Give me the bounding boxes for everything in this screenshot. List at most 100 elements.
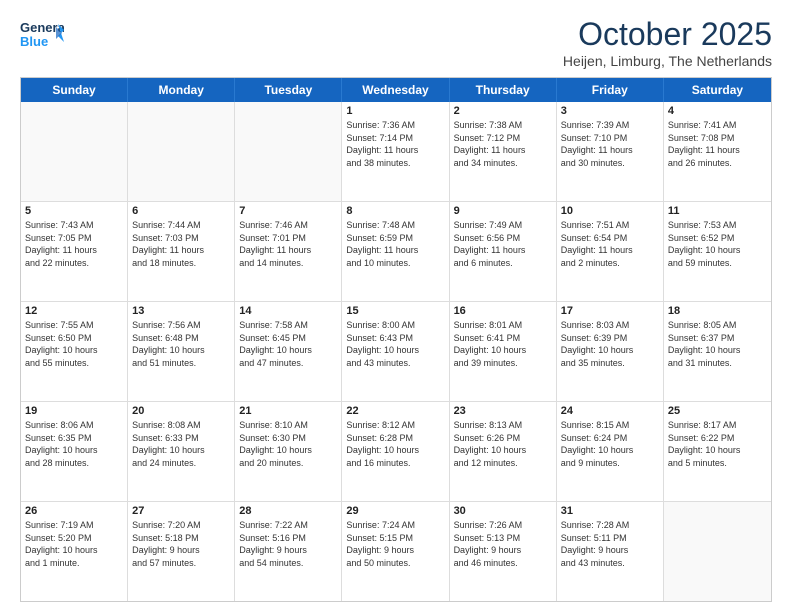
day-number: 29: [346, 505, 444, 517]
header-cell-tuesday: Tuesday: [235, 78, 342, 102]
day-cell-11: 11Sunrise: 7:53 AM Sunset: 6:52 PM Dayli…: [664, 202, 771, 301]
day-info: Sunrise: 7:48 AM Sunset: 6:59 PM Dayligh…: [346, 219, 444, 269]
day-cell-3: 3 Sunrise: 7:39 AM Sunset: 7:10 PM Daylig…: [557, 102, 664, 201]
day-info: Sunrise: 8:08 AM Sunset: 6:33 PM Dayligh…: [132, 419, 230, 469]
day-info: Sunrise: 8:00 AM Sunset: 6:43 PM Dayligh…: [346, 319, 444, 369]
day-number: 28: [239, 505, 337, 517]
day-info: Sunrise: 8:13 AM Sunset: 6:26 PM Dayligh…: [454, 419, 552, 469]
day-number: 9: [454, 205, 552, 217]
day-info: Sunrise: 7:26 AM Sunset: 5:13 PM Dayligh…: [454, 519, 552, 569]
day-cell-7: 7 Sunrise: 7:46 AM Sunset: 7:01 PM Daylig…: [235, 202, 342, 301]
day-cell-2: 2Sunrise: 7:38 AM Sunset: 7:12 PM Daylig…: [450, 102, 557, 201]
empty-cell: [235, 102, 342, 201]
day-number: 2: [454, 105, 552, 117]
day-cell-16: 16 Sunrise: 8:01 AM Sunset: 6:41 PM Dayli…: [450, 302, 557, 401]
day-number: 31: [561, 505, 659, 517]
day-cell-22: 22 Sunrise: 8:12 AM Sunset: 6:28 PM Dayli…: [342, 402, 449, 501]
day-number: 19: [25, 405, 123, 417]
day-cell-27: 27 Sunrise: 7:20 AM Sunset: 5:18 PM Dayli…: [128, 502, 235, 601]
day-info: Sunrise: 7:22 AM Sunset: 5:16 PM Dayligh…: [239, 519, 337, 569]
day-number: 16: [454, 305, 552, 317]
day-number: 11: [668, 205, 767, 217]
day-number: 18: [668, 305, 767, 317]
week-row-2: 5 Sunrise: 7:43 AM Sunset: 7:05 PM Daylig…: [21, 202, 771, 302]
header-cell-wednesday: Wednesday: [342, 78, 449, 102]
day-cell-23: 23 Sunrise: 8:13 AM Sunset: 6:26 PM Dayli…: [450, 402, 557, 501]
day-cell-4: 4 Sunrise: 7:41 AM Sunset: 7:08 PM Daylig…: [664, 102, 771, 201]
day-info: Sunrise: 8:12 AM Sunset: 6:28 PM Dayligh…: [346, 419, 444, 469]
day-cell-17: 17 Sunrise: 8:03 AM Sunset: 6:39 PM Dayli…: [557, 302, 664, 401]
empty-cell: [21, 102, 128, 201]
day-number: 21: [239, 405, 337, 417]
day-cell-5: 5 Sunrise: 7:43 AM Sunset: 7:05 PM Daylig…: [21, 202, 128, 301]
day-info: Sunrise: 8:01 AM Sunset: 6:41 PM Dayligh…: [454, 319, 552, 369]
day-number: 23: [454, 405, 552, 417]
empty-cell: [128, 102, 235, 201]
week-row-3: 12Sunrise: 7:55 AM Sunset: 6:50 PM Dayli…: [21, 302, 771, 402]
empty-cell: [664, 502, 771, 601]
day-cell-24: 24 Sunrise: 8:15 AM Sunset: 6:24 PM Dayli…: [557, 402, 664, 501]
day-info: Sunrise: 8:03 AM Sunset: 6:39 PM Dayligh…: [561, 319, 659, 369]
day-cell-18: 18 Sunrise: 8:05 AM Sunset: 6:37 PM Dayli…: [664, 302, 771, 401]
day-cell-28: 28 Sunrise: 7:22 AM Sunset: 5:16 PM Dayli…: [235, 502, 342, 601]
logo-icon: General Blue: [20, 16, 64, 52]
day-info: Sunrise: 7:56 AM Sunset: 6:48 PM Dayligh…: [132, 319, 230, 369]
day-number: 12: [25, 305, 123, 317]
day-cell-12: 12Sunrise: 7:55 AM Sunset: 6:50 PM Dayli…: [21, 302, 128, 401]
day-info: Sunrise: 8:05 AM Sunset: 6:37 PM Dayligh…: [668, 319, 767, 369]
title-block: October 2025 Heijen, Limburg, The Nether…: [563, 16, 772, 69]
day-info: Sunrise: 8:17 AM Sunset: 6:22 PM Dayligh…: [668, 419, 767, 469]
day-number: 24: [561, 405, 659, 417]
day-number: 5: [25, 205, 123, 217]
week-row-1: 1Sunrise: 7:36 AM Sunset: 7:14 PM Daylig…: [21, 102, 771, 202]
day-cell-21: 21 Sunrise: 8:10 AM Sunset: 6:30 PM Dayli…: [235, 402, 342, 501]
day-number: 13: [132, 305, 230, 317]
day-cell-14: 14 Sunrise: 7:58 AM Sunset: 6:45 PM Dayli…: [235, 302, 342, 401]
day-number: 4: [668, 105, 767, 117]
day-info: Sunrise: 8:06 AM Sunset: 6:35 PM Dayligh…: [25, 419, 123, 469]
day-number: 26: [25, 505, 123, 517]
day-info: Sunrise: 7:46 AM Sunset: 7:01 PM Dayligh…: [239, 219, 337, 269]
calendar-header: SundayMondayTuesdayWednesdayThursdayFrid…: [21, 78, 771, 102]
day-info: Sunrise: 8:15 AM Sunset: 6:24 PM Dayligh…: [561, 419, 659, 469]
day-number: 8: [346, 205, 444, 217]
week-row-4: 19 Sunrise: 8:06 AM Sunset: 6:35 PM Dayli…: [21, 402, 771, 502]
day-number: 27: [132, 505, 230, 517]
day-cell-20: 20 Sunrise: 8:08 AM Sunset: 6:33 PM Dayli…: [128, 402, 235, 501]
day-number: 7: [239, 205, 337, 217]
svg-text:Blue: Blue: [20, 34, 48, 49]
day-number: 17: [561, 305, 659, 317]
day-number: 22: [346, 405, 444, 417]
day-cell-13: 13 Sunrise: 7:56 AM Sunset: 6:48 PM Dayli…: [128, 302, 235, 401]
day-info: Sunrise: 7:24 AM Sunset: 5:15 PM Dayligh…: [346, 519, 444, 569]
day-number: 15: [346, 305, 444, 317]
day-info: Sunrise: 7:36 AM Sunset: 7:14 PM Dayligh…: [346, 119, 444, 169]
day-number: 20: [132, 405, 230, 417]
day-cell-15: 15 Sunrise: 8:00 AM Sunset: 6:43 PM Dayli…: [342, 302, 449, 401]
day-number: 25: [668, 405, 767, 417]
calendar-body: 1Sunrise: 7:36 AM Sunset: 7:14 PM Daylig…: [21, 102, 771, 601]
day-info: Sunrise: 7:51 AM Sunset: 6:54 PM Dayligh…: [561, 219, 659, 269]
day-info: Sunrise: 7:19 AM Sunset: 5:20 PM Dayligh…: [25, 519, 123, 569]
day-cell-19: 19 Sunrise: 8:06 AM Sunset: 6:35 PM Dayli…: [21, 402, 128, 501]
day-info: Sunrise: 7:58 AM Sunset: 6:45 PM Dayligh…: [239, 319, 337, 369]
day-cell-25: 25 Sunrise: 8:17 AM Sunset: 6:22 PM Dayli…: [664, 402, 771, 501]
logo: General Blue: [20, 16, 64, 52]
day-cell-29: 29 Sunrise: 7:24 AM Sunset: 5:15 PM Dayli…: [342, 502, 449, 601]
day-info: Sunrise: 7:41 AM Sunset: 7:08 PM Dayligh…: [668, 119, 767, 169]
day-info: Sunrise: 7:49 AM Sunset: 6:56 PM Dayligh…: [454, 219, 552, 269]
day-number: 14: [239, 305, 337, 317]
month-title: October 2025: [563, 16, 772, 53]
day-info: Sunrise: 8:10 AM Sunset: 6:30 PM Dayligh…: [239, 419, 337, 469]
day-cell-8: 8 Sunrise: 7:48 AM Sunset: 6:59 PM Daylig…: [342, 202, 449, 301]
header-cell-sunday: Sunday: [21, 78, 128, 102]
day-number: 3: [561, 105, 659, 117]
day-info: Sunrise: 7:28 AM Sunset: 5:11 PM Dayligh…: [561, 519, 659, 569]
day-info: Sunrise: 7:39 AM Sunset: 7:10 PM Dayligh…: [561, 119, 659, 169]
day-cell-30: 30Sunrise: 7:26 AM Sunset: 5:13 PM Dayli…: [450, 502, 557, 601]
location: Heijen, Limburg, The Netherlands: [563, 53, 772, 69]
week-row-5: 26 Sunrise: 7:19 AM Sunset: 5:20 PM Dayli…: [21, 502, 771, 601]
day-cell-26: 26 Sunrise: 7:19 AM Sunset: 5:20 PM Dayli…: [21, 502, 128, 601]
day-info: Sunrise: 7:20 AM Sunset: 5:18 PM Dayligh…: [132, 519, 230, 569]
day-info: Sunrise: 7:43 AM Sunset: 7:05 PM Dayligh…: [25, 219, 123, 269]
